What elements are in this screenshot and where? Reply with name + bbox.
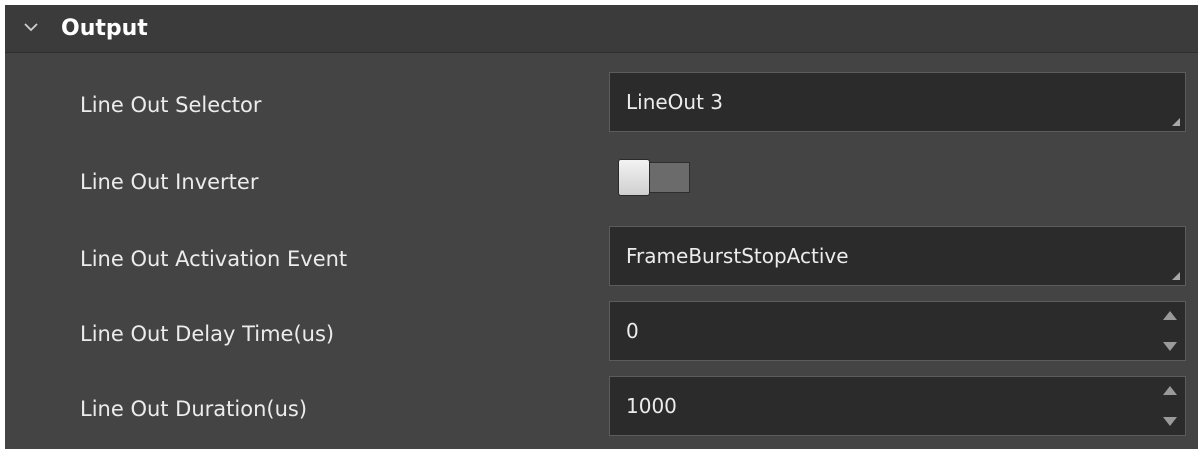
line-out-delay-time-value: 0 [626, 319, 639, 343]
spin-up-icon[interactable] [1163, 311, 1177, 320]
dropdown-arrow-icon [1172, 272, 1180, 280]
line-out-delay-time-label: Line Out Delay Time(us) [80, 322, 335, 346]
line-out-inverter-label: Line Out Inverter [80, 170, 259, 194]
chevron-down-icon[interactable] [23, 21, 39, 33]
line-out-selector-label: Line Out Selector [80, 93, 262, 117]
line-out-duration-value: 1000 [626, 394, 677, 418]
line-out-selector-dropdown[interactable]: LineOut 3 [609, 72, 1186, 132]
line-out-duration-label: Line Out Duration(us) [80, 397, 308, 421]
properties-panel: Output Line Out Selector LineOut 3 Line … [5, 5, 1198, 449]
spin-down-icon[interactable] [1163, 342, 1177, 351]
section-header-output[interactable]: Output [5, 5, 1198, 53]
spin-up-icon[interactable] [1163, 386, 1177, 395]
line-out-selector-value: LineOut 3 [626, 90, 724, 114]
line-out-activation-event-label: Line Out Activation Event [80, 247, 348, 271]
toggle-knob[interactable] [618, 159, 650, 196]
line-out-inverter-toggle[interactable] [616, 158, 694, 197]
dropdown-arrow-icon [1172, 118, 1180, 126]
line-out-activation-event-value: FrameBurstStopActive [626, 244, 849, 268]
line-out-activation-event-dropdown[interactable]: FrameBurstStopActive [609, 226, 1186, 286]
line-out-delay-time-spinbox[interactable]: 0 [609, 301, 1186, 361]
line-out-duration-spinbox[interactable]: 1000 [609, 376, 1186, 436]
spin-down-icon[interactable] [1163, 417, 1177, 426]
section-title: Output [61, 16, 148, 41]
